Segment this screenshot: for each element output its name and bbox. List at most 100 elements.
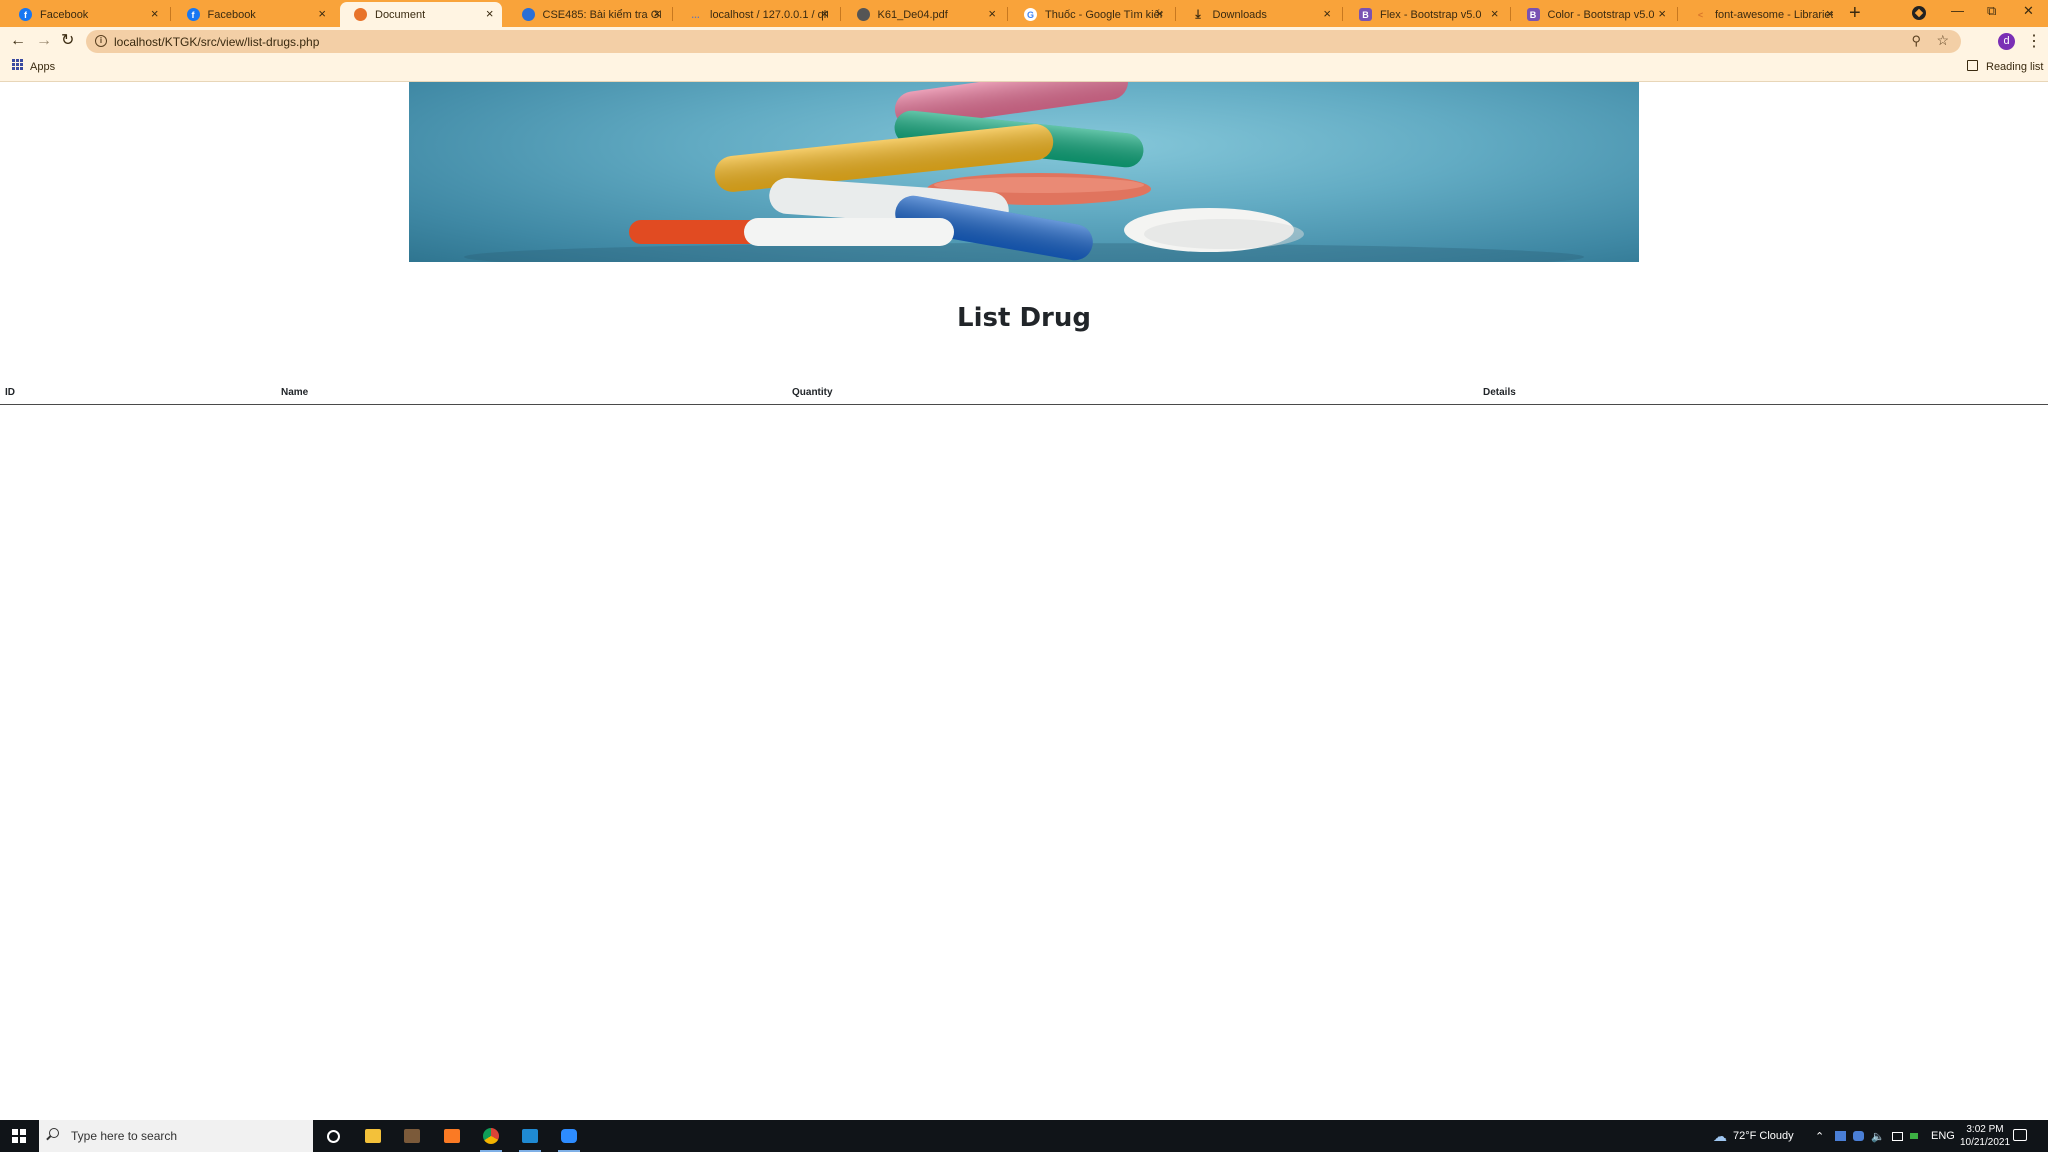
tab-11[interactable]: < font-awesome - Libraries × xyxy=(1680,2,1842,27)
tab-close-icon[interactable]: × xyxy=(486,7,494,21)
tab-close-icon[interactable]: × xyxy=(1323,7,1331,21)
tab-title: Flex - Bootstrap v5.0 xyxy=(1380,8,1482,21)
address-url[interactable]: localhost/KTGK/src/view/list-drugs.php xyxy=(114,35,319,49)
tab-title: font-awesome - Libraries xyxy=(1715,8,1833,21)
cdnjs-icon: < xyxy=(1697,9,1704,20)
weather-widget[interactable]: ☁ 72°F Cloudy xyxy=(1713,1120,1794,1152)
clock-time: 3:02 PM xyxy=(1966,1124,2004,1135)
tab-close-icon[interactable]: × xyxy=(151,7,159,21)
bookmarks-bar xyxy=(0,56,2048,82)
banner-image xyxy=(409,82,1639,262)
facebook-icon: f xyxy=(19,8,32,21)
bootstrap-icon: B xyxy=(1526,8,1540,21)
tab-title: Document xyxy=(375,8,426,21)
tab-close-icon[interactable]: × xyxy=(1658,7,1666,21)
tab-close-icon[interactable]: × xyxy=(1156,7,1164,21)
zoom-icon[interactable]: ⚲ xyxy=(1911,33,1921,49)
network-icon[interactable] xyxy=(1835,1131,1846,1141)
volume-icon[interactable]: 🔈 xyxy=(1871,1130,1885,1143)
tray-icons[interactable]: 🔈 xyxy=(1835,1120,1918,1152)
cloud-icon: ☁ xyxy=(1713,1127,1727,1144)
tab-search-icon[interactable] xyxy=(1912,6,1926,20)
minimize-icon[interactable]: — xyxy=(1951,3,1964,18)
tab-5[interactable]: … localhost / 127.0.0.1 / qlt | × xyxy=(675,2,837,27)
tab-title: localhost / 127.0.0.1 / qlt | xyxy=(710,8,828,21)
tray-chevron-icon[interactable]: ⌃ xyxy=(1815,1120,1824,1152)
weather-text: 72°F Cloudy xyxy=(1733,1130,1794,1142)
globe-icon xyxy=(856,8,870,21)
tab-separator xyxy=(169,7,171,21)
table-header-row: ID Name Quantity Details xyxy=(0,382,2048,405)
tab-close-icon[interactable]: × xyxy=(821,7,829,21)
download-icon: ⤓ xyxy=(1195,7,1201,21)
document-icon xyxy=(354,8,367,21)
tab-title: Downloads xyxy=(1212,8,1267,21)
bootstrap-icon: B xyxy=(1359,8,1372,21)
tab-6[interactable]: K61_De04.pdf × xyxy=(843,2,1005,27)
tab-title: K61_De04.pdf xyxy=(877,8,948,21)
meet-tray-icon[interactable] xyxy=(1853,1131,1864,1141)
tab-separator xyxy=(839,7,841,21)
page-title: List Drug xyxy=(957,303,1091,333)
tab-close-icon[interactable]: × xyxy=(653,7,661,21)
tab-close-icon[interactable]: × xyxy=(1491,7,1499,21)
column-header-name: Name xyxy=(276,382,787,405)
start-icon[interactable] xyxy=(12,1129,26,1143)
column-header-quantity: Quantity xyxy=(787,382,1478,405)
zoom-app-icon[interactable] xyxy=(557,1125,581,1152)
vscode-icon[interactable] xyxy=(518,1125,542,1152)
xampp-icon[interactable] xyxy=(440,1125,464,1147)
tab-8[interactable]: ⤓ Downloads × xyxy=(1178,2,1340,27)
taskbar-search-placeholder[interactable]: Type here to search xyxy=(71,1129,177,1143)
reading-list-button[interactable]: Reading list xyxy=(1986,61,2043,73)
tab-1[interactable]: f Facebook × xyxy=(5,2,167,27)
tab-separator xyxy=(672,7,673,21)
cortana-icon[interactable] xyxy=(321,1125,345,1147)
reading-list-icon[interactable] xyxy=(1967,60,1978,71)
pills-illustration xyxy=(464,82,1584,262)
notification-icon[interactable] xyxy=(2013,1129,2027,1141)
column-header-id: ID xyxy=(0,382,276,405)
tab-close-icon[interactable]: × xyxy=(1826,7,1834,21)
profile-avatar[interactable]: d xyxy=(1998,33,2015,50)
close-window-icon[interactable]: ✕ xyxy=(2023,3,2034,19)
bookmark-star-icon[interactable]: ☆ xyxy=(1936,32,1949,49)
tab-separator xyxy=(1342,7,1343,21)
drug-table: ID Name Quantity Details xyxy=(0,382,2048,405)
new-tab-button[interactable]: + xyxy=(1849,2,1861,24)
display-icon[interactable] xyxy=(1891,1131,1903,1141)
page-content: List Drug ID Name Quantity Details xyxy=(0,82,2048,1120)
tab-close-icon[interactable]: × xyxy=(318,7,326,21)
column-header-details: Details xyxy=(1478,382,2048,405)
tab-10[interactable]: B Color - Bootstrap v5.0 × xyxy=(1513,2,1675,27)
tab-4[interactable]: CSE485: Bài kiểm tra GK (M× xyxy=(508,2,670,27)
tab-3[interactable]: Document × xyxy=(340,2,502,27)
apps-grid-icon[interactable] xyxy=(12,59,23,70)
clock[interactable]: 3:02 PM 10/21/2021 xyxy=(1950,1123,2020,1149)
tab-title: Facebook xyxy=(207,8,256,21)
reload-icon[interactable]: ↻ xyxy=(61,31,74,51)
chrome-icon[interactable] xyxy=(479,1125,503,1152)
search-icon xyxy=(49,1128,59,1138)
taskbar-search[interactable]: Type here to search xyxy=(39,1120,313,1152)
back-icon[interactable]: ← xyxy=(10,31,26,51)
tab-separator xyxy=(1509,7,1511,21)
google-icon: G xyxy=(1024,8,1037,21)
tab-close-icon[interactable]: × xyxy=(988,7,996,21)
tab-title: CSE485: Bài kiểm tra GK (M xyxy=(542,8,661,21)
tab-9[interactable]: B Flex - Bootstrap v5.0 × xyxy=(1345,2,1507,27)
file-explorer-icon[interactable] xyxy=(361,1125,385,1147)
tab-2[interactable]: f Facebook × xyxy=(173,2,335,27)
tab-7[interactable]: G Thuốc - Google Tìm kiếm × xyxy=(1010,2,1172,27)
app-icon[interactable] xyxy=(400,1125,424,1147)
tab-title: Facebook xyxy=(40,8,89,21)
tab-separator xyxy=(1007,7,1008,21)
apps-bookmark[interactable]: Apps xyxy=(30,61,55,73)
battery-icon[interactable] xyxy=(1909,1133,1918,1139)
browser-menu-icon[interactable]: ⋮ xyxy=(2026,31,2042,51)
clock-date: 10/21/2021 xyxy=(1959,1137,2011,1148)
restore-icon[interactable]: ⧉ xyxy=(1987,3,1996,19)
site-info-icon[interactable]: i xyxy=(95,35,107,47)
forward-icon[interactable]: → xyxy=(36,31,52,51)
address-bar[interactable]: i localhost/KTGK/src/view/list-drugs.php… xyxy=(86,30,1961,53)
